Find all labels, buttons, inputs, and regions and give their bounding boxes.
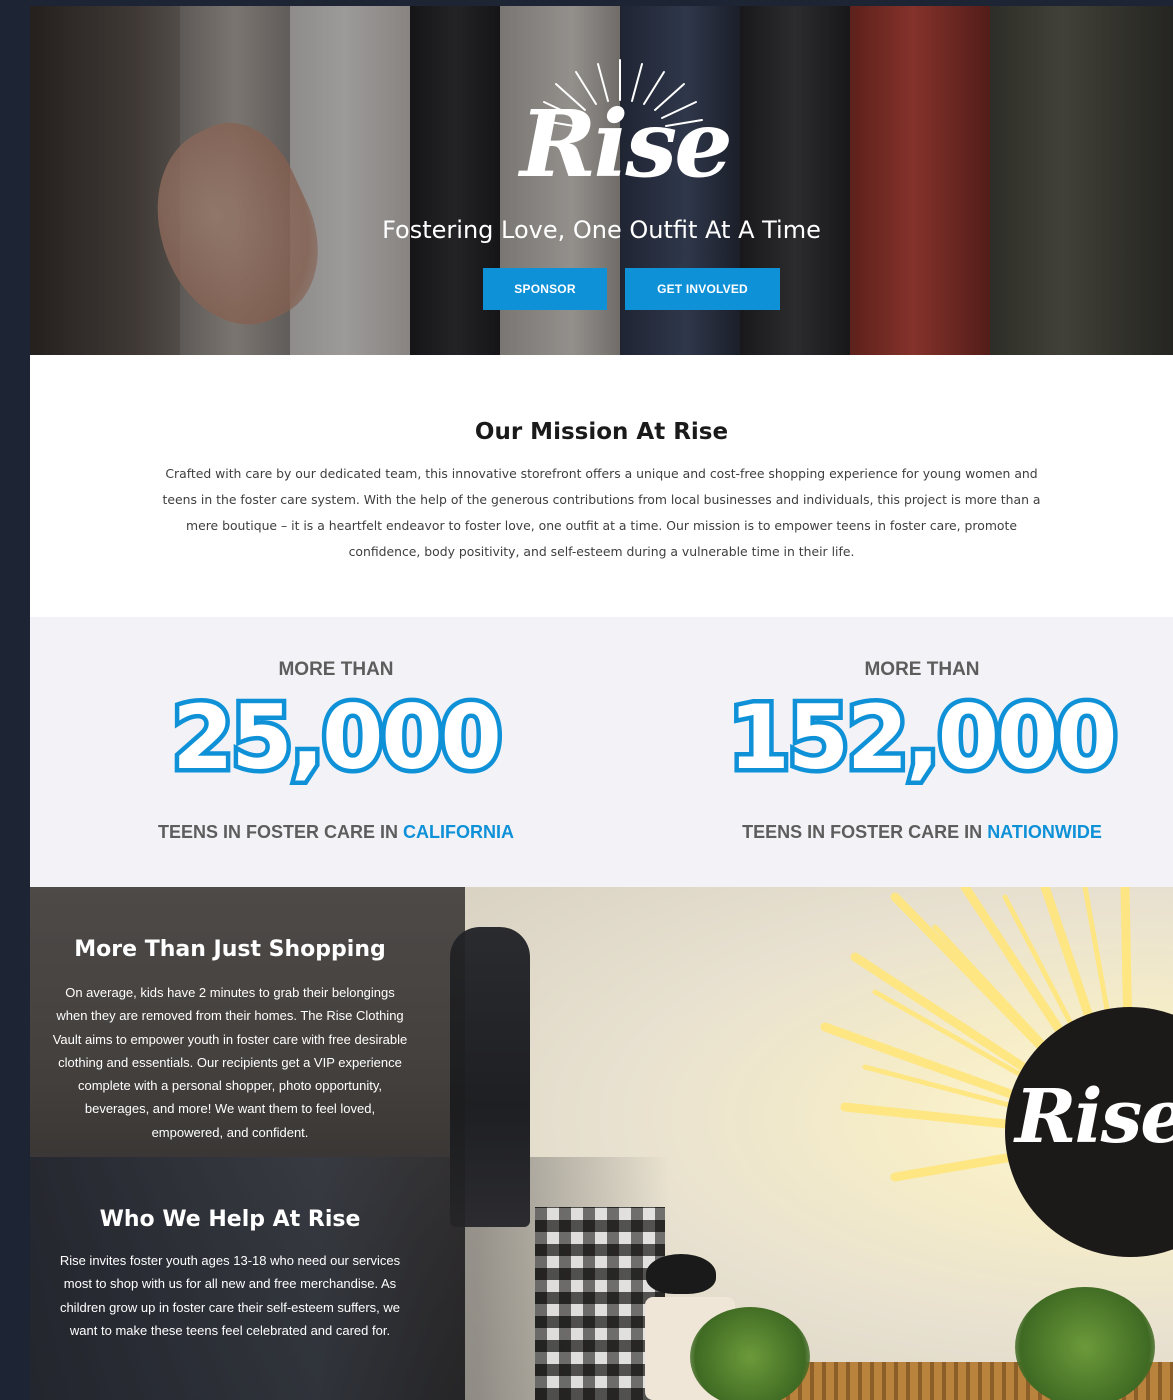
get-involved-button[interactable]: GET INVOLVED	[625, 268, 780, 310]
rise-sign-text: Rise	[1015, 1074, 1173, 1160]
hero-tagline: Fostering Love, One Outfit At A Time	[382, 216, 821, 244]
hat	[646, 1254, 716, 1294]
plant	[1015, 1287, 1155, 1400]
mission-text: Crafted with care by our dedicated team,…	[162, 466, 1041, 559]
stat-number: 152,000	[724, 682, 1122, 794]
stats-section: MORE THAN 25,000 TEENS IN FOSTER CARE IN…	[30, 617, 1173, 887]
stat-california: MORE THAN 25,000 TEENS IN FOSTER CARE IN…	[56, 617, 616, 887]
page: Rise Fostering Love, One Outfit At A Tim…	[30, 6, 1173, 1400]
who-we-help-text: Rise invites foster youth ages 13-18 who…	[59, 1253, 401, 1338]
stat-label-text: TEENS IN FOSTER CARE IN	[742, 822, 988, 842]
stat-prefix: MORE THAN	[278, 659, 394, 680]
shopping-heading: More Than Just Shopping	[74, 937, 386, 962]
hero-section: Rise Fostering Love, One Outfit At A Tim…	[30, 6, 1173, 355]
mission-title: Our Mission At Rise	[474, 419, 729, 445]
plant	[690, 1307, 810, 1400]
logo-wordmark: Rise	[520, 90, 733, 198]
stat-label-text: TEENS IN FOSTER CARE IN	[157, 822, 404, 842]
stat-label-highlight: CALIFORNIA	[403, 822, 515, 842]
who-we-help-heading: Who We Help At Rise	[99, 1207, 361, 1232]
stat-prefix: MORE THAN	[864, 659, 980, 680]
stat-label: TEENS IN FOSTER CARE IN CALIFORNIA	[56, 822, 616, 843]
stat-nationwide: MORE THAN 152,000 TEENS IN FOSTER CARE I…	[642, 617, 1173, 887]
rise-logo[interactable]: Rise	[490, 54, 750, 204]
stat-label-highlight: NATIONWIDE	[987, 822, 1102, 842]
shopping-section: Rise More Than Just Shopping On average,…	[30, 887, 1173, 1400]
mission-section: Our Mission At Rise Crafted with care by…	[30, 355, 1173, 617]
shopping-text: On average, kids have 2 minutes to grab …	[52, 985, 408, 1140]
sponsor-button[interactable]: SPONSOR	[483, 268, 607, 310]
stat-label: TEENS IN FOSTER CARE IN NATIONWIDE	[642, 822, 1173, 843]
stat-number: 25,000	[168, 682, 507, 794]
